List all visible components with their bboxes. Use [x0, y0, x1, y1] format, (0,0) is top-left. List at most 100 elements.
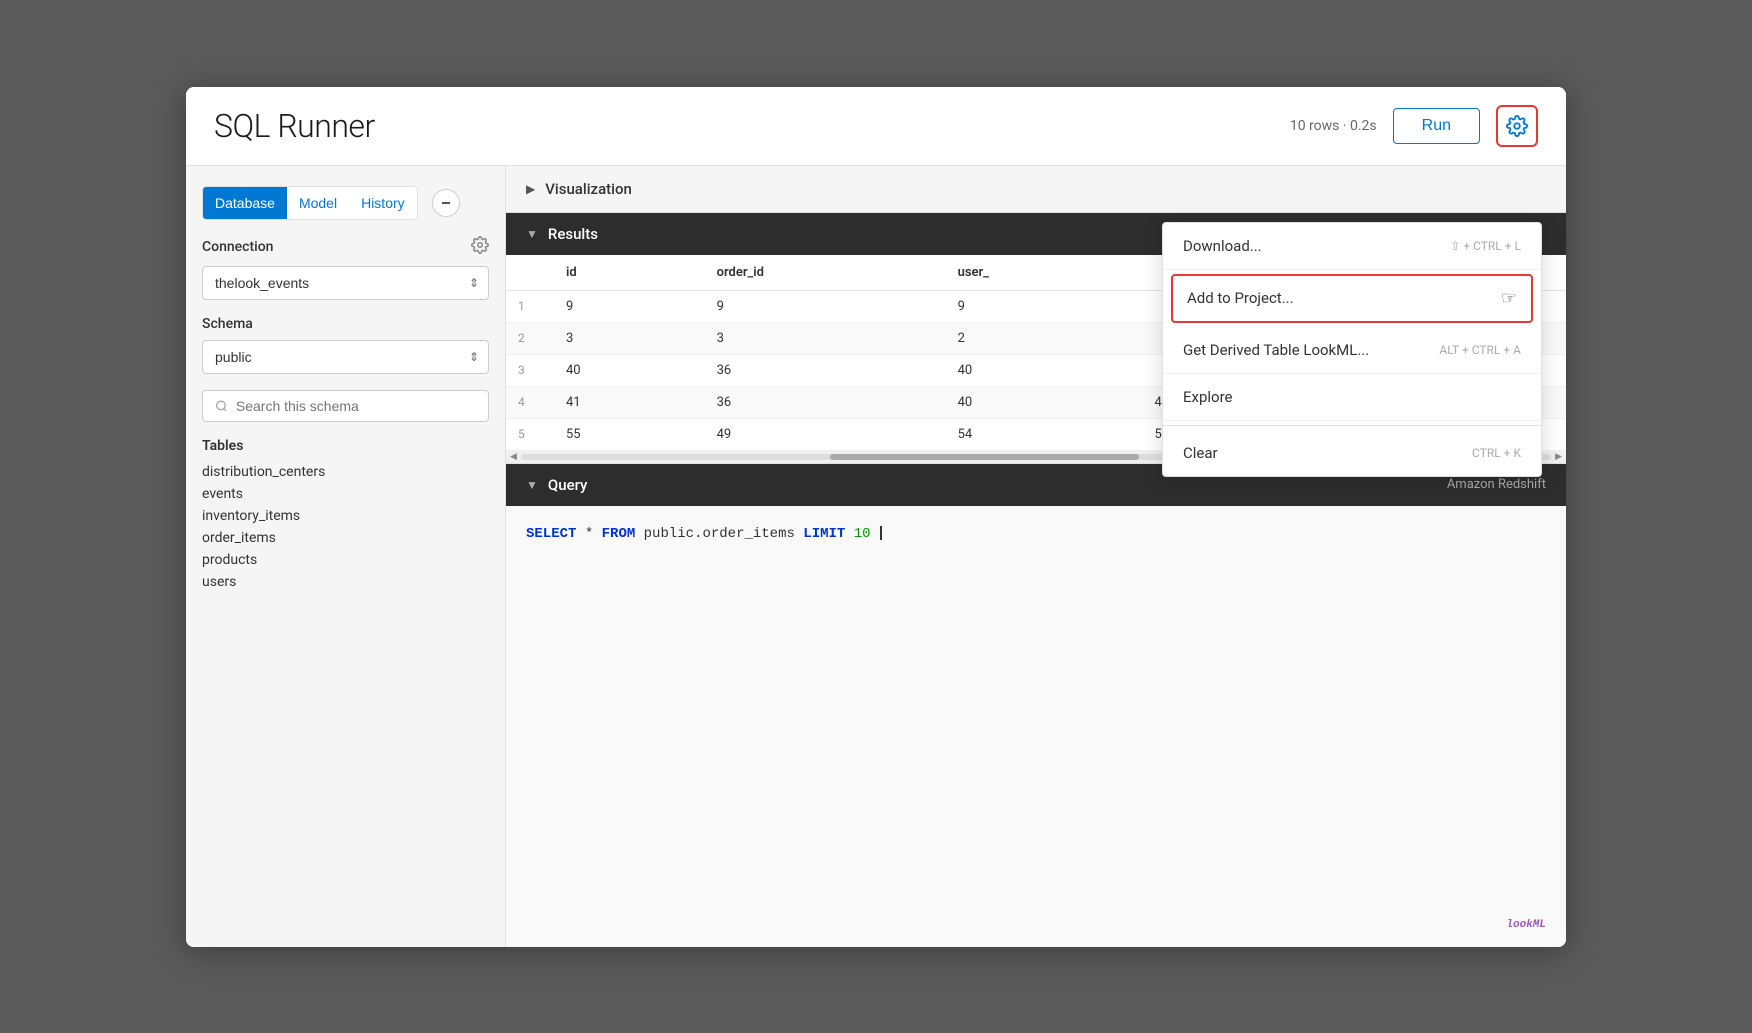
- main-layout: Database Model History Connection: [186, 166, 1566, 947]
- menu-clear-label: Clear: [1183, 444, 1218, 462]
- text-cursor: [880, 526, 882, 540]
- query-section: ▼ Query Amazon Redshift SELECT * FROM pu…: [506, 464, 1566, 947]
- cursor-icon: ☞: [1501, 288, 1517, 309]
- app-header: SQL Runner 10 rows · 0.2s Run: [186, 87, 1566, 166]
- cell-order-id: 36: [697, 386, 938, 418]
- sql-from-keyword: FROM: [602, 526, 636, 542]
- col-header-id: id: [546, 255, 697, 291]
- cell-id: 9: [546, 290, 697, 322]
- app-title: SQL Runner: [214, 107, 375, 145]
- menu-add-project-label: Add to Project...: [1187, 289, 1294, 307]
- search-input[interactable]: [236, 398, 476, 414]
- search-icon: [215, 399, 228, 413]
- viz-arrow-icon: ▶: [526, 182, 535, 196]
- minus-icon: [440, 197, 452, 209]
- rows-info: 10 rows · 0.2s: [1290, 118, 1377, 134]
- menu-item-explore[interactable]: Explore: [1163, 374, 1541, 421]
- menu-download-shortcut: ⇧ + CTRL + L: [1450, 239, 1521, 253]
- cell-order-id: 3: [697, 322, 938, 354]
- menu-download-label: Download...: [1183, 237, 1262, 255]
- collapse-sidebar-button[interactable]: [432, 189, 460, 217]
- tables-label: Tables: [202, 438, 489, 454]
- col-header-num: [506, 255, 546, 291]
- cell-id: 55: [546, 418, 697, 450]
- connection-section: Connection thelook_events: [202, 236, 489, 300]
- table-item[interactable]: order_items: [202, 528, 489, 548]
- row-num: 2: [506, 322, 546, 354]
- tab-bar: Database Model History: [202, 186, 418, 220]
- query-title: Query: [548, 476, 588, 494]
- menu-derived-shortcut: ALT + CTRL + A: [1439, 343, 1521, 357]
- menu-item-derived-table[interactable]: Get Derived Table LookML... ALT + CTRL +…: [1163, 327, 1541, 374]
- search-box[interactable]: [202, 390, 489, 422]
- dropdown-menu: Download... ⇧ + CTRL + L Add to Project.…: [1162, 222, 1542, 477]
- gear-settings-button[interactable]: [1496, 105, 1538, 147]
- row-num: 4: [506, 386, 546, 418]
- query-body[interactable]: SELECT * FROM public.order_items LIMIT 1…: [506, 506, 1566, 947]
- row-num: 5: [506, 418, 546, 450]
- schema-select-wrapper: public: [202, 340, 489, 374]
- table-item[interactable]: users: [202, 572, 489, 592]
- table-item[interactable]: distribution_centers: [202, 462, 489, 482]
- schema-select[interactable]: public: [202, 340, 489, 374]
- visualization-title: Visualization: [545, 180, 632, 198]
- cell-id: 40: [546, 354, 697, 386]
- col-header-user: user_: [938, 255, 1135, 291]
- tab-history[interactable]: History: [349, 187, 417, 219]
- header-actions: 10 rows · 0.2s Run: [1290, 105, 1538, 147]
- cell-user: 54: [938, 418, 1135, 450]
- results-title: Results: [548, 225, 598, 243]
- sql-runner-window: SQL Runner 10 rows · 0.2s Run Database M…: [186, 87, 1566, 947]
- cell-order-id: 9: [697, 290, 938, 322]
- menu-item-download[interactable]: Download... ⇧ + CTRL + L: [1163, 223, 1541, 270]
- tab-model[interactable]: Model: [287, 187, 349, 219]
- sql-select-keyword: SELECT: [526, 526, 576, 542]
- content-area: ▶ Visualization ▼ Results id: [506, 166, 1566, 947]
- cell-order-id: 49: [697, 418, 938, 450]
- schema-label: Schema: [202, 316, 489, 332]
- tab-database[interactable]: Database: [203, 187, 287, 219]
- lookml-logo: lookML: [1506, 919, 1546, 931]
- cell-order-id: 36: [697, 354, 938, 386]
- row-num: 1: [506, 290, 546, 322]
- menu-item-add-to-project[interactable]: Add to Project... ☞: [1171, 274, 1533, 323]
- table-item[interactable]: products: [202, 550, 489, 570]
- tab-bar-wrap: Database Model History: [202, 186, 489, 220]
- connection-label: Connection: [202, 239, 273, 255]
- table-item[interactable]: events: [202, 484, 489, 504]
- connection-gear-icon[interactable]: [471, 236, 489, 258]
- row-num: 3: [506, 354, 546, 386]
- scroll-left-icon[interactable]: ◀: [510, 452, 517, 462]
- results-arrow-icon: ▼: [526, 227, 538, 241]
- scroll-right-icon[interactable]: ▶: [1555, 452, 1562, 462]
- sql-table-name: public.order_items: [644, 526, 804, 542]
- cell-user: 40: [938, 354, 1135, 386]
- table-item[interactable]: inventory_items: [202, 506, 489, 526]
- sql-star: *: [585, 526, 602, 542]
- cell-id: 3: [546, 322, 697, 354]
- query-arrow-icon: ▼: [526, 478, 538, 492]
- cell-id: 41: [546, 386, 697, 418]
- gear-icon: [1506, 115, 1528, 137]
- tables-section: Tables distribution_centers events inven…: [202, 438, 489, 592]
- visualization-section: ▶ Visualization: [506, 166, 1566, 213]
- visualization-header[interactable]: ▶ Visualization: [506, 166, 1566, 212]
- schema-section: Schema public: [202, 316, 489, 374]
- col-header-order-id: order_id: [697, 255, 938, 291]
- cell-user: 2: [938, 322, 1135, 354]
- run-button[interactable]: Run: [1393, 108, 1480, 144]
- query-db-label: Amazon Redshift: [1447, 477, 1546, 492]
- sidebar: Database Model History Connection: [186, 166, 506, 947]
- menu-derived-table-label: Get Derived Table LookML...: [1183, 341, 1369, 359]
- cell-user: 40: [938, 386, 1135, 418]
- sql-limit-value: 10: [854, 526, 871, 542]
- connection-select[interactable]: thelook_events: [202, 266, 489, 300]
- menu-explore-label: Explore: [1183, 388, 1233, 406]
- scroll-thumb: [830, 454, 1139, 460]
- menu-item-clear[interactable]: Clear CTRL + K: [1163, 430, 1541, 476]
- sql-limit-keyword: LIMIT: [803, 526, 845, 542]
- menu-clear-shortcut: CTRL + K: [1472, 446, 1521, 460]
- connection-select-wrapper: thelook_events: [202, 266, 489, 300]
- menu-divider: [1163, 425, 1541, 426]
- cell-user: 9: [938, 290, 1135, 322]
